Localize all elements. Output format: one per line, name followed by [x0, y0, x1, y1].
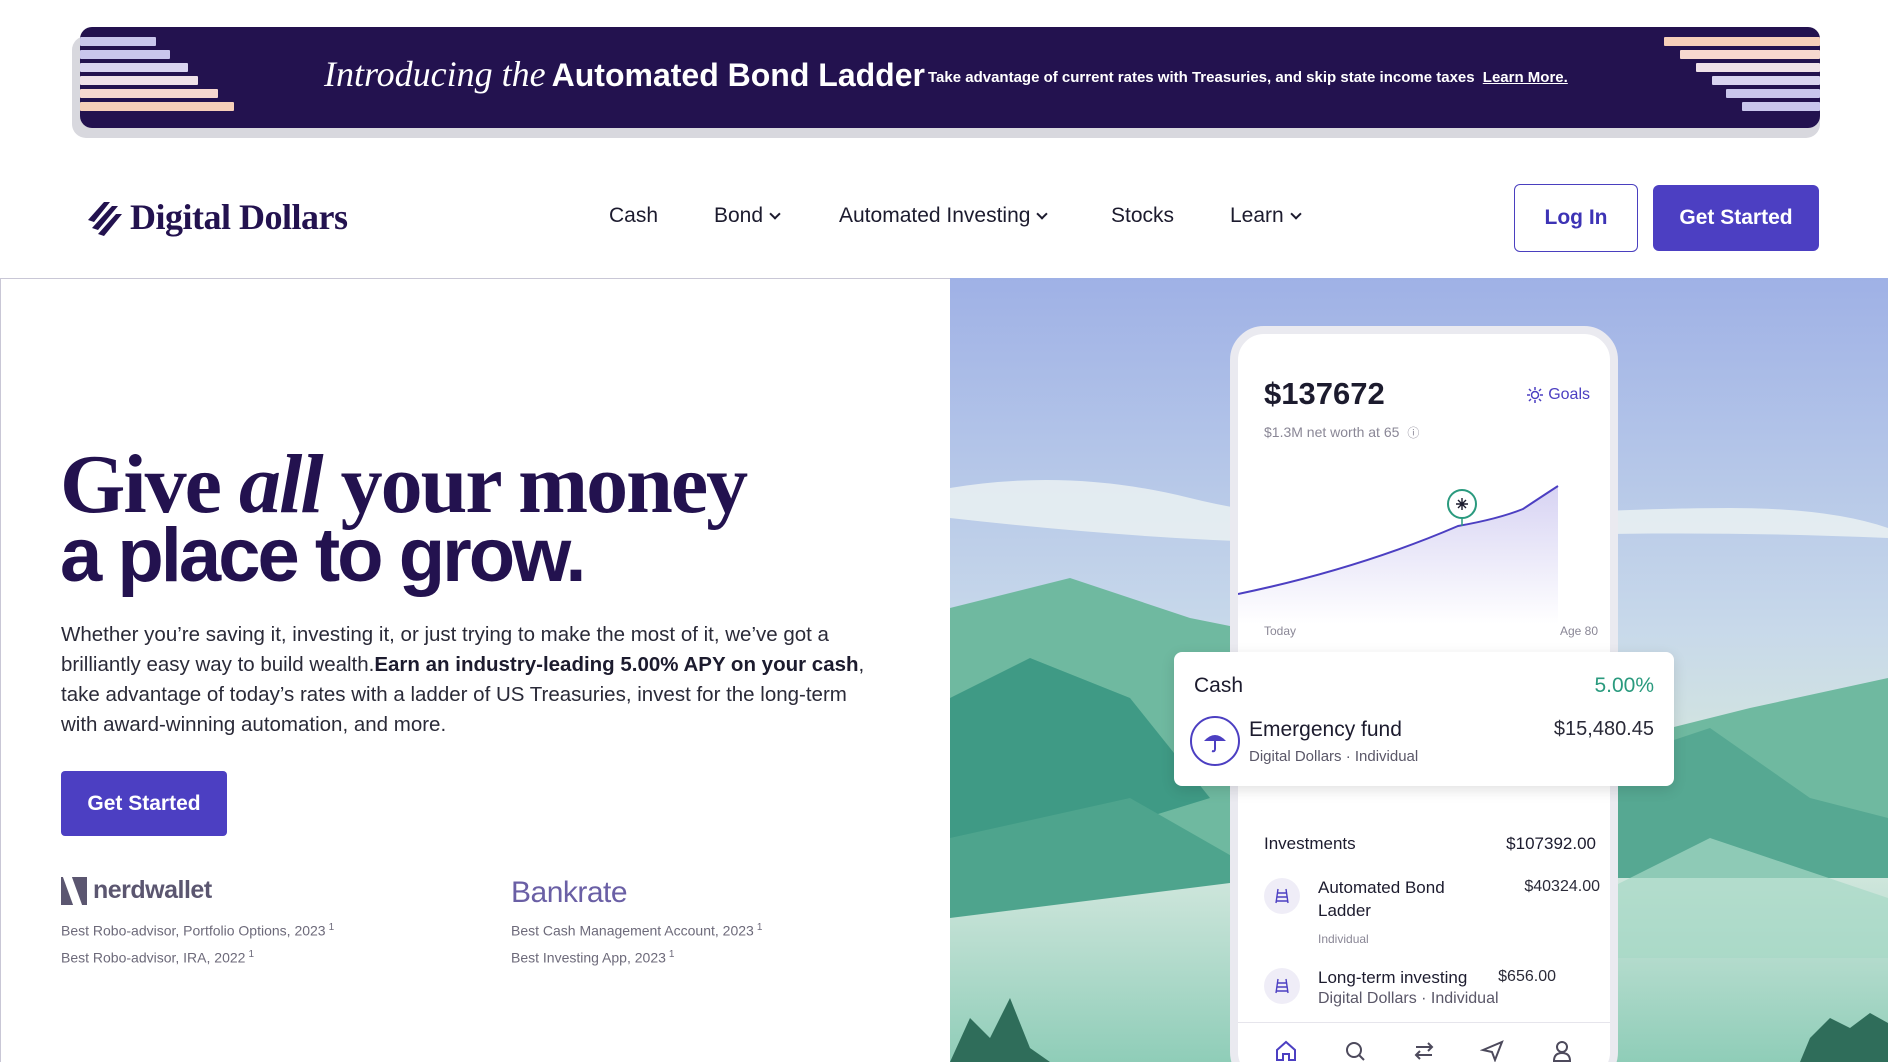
cash-card-rate: 5.00%	[1594, 674, 1654, 697]
investment-row-name[interactable]: Long-term investing	[1318, 966, 1467, 989]
nav-item-cash[interactable]: Cash	[609, 204, 658, 228]
cash-card-account-name: Emergency fund	[1249, 718, 1402, 741]
award-item-text: Best Robo-advisor, Portfolio Options, 20…	[61, 922, 326, 939]
award-item: Best Robo-advisor, Portfolio Options, 20…	[61, 916, 334, 943]
net-worth-note-text: $1.3M net worth at 65	[1264, 424, 1400, 440]
footnote-marker: 1	[756, 922, 763, 933]
banner-title: Introducing the Automated Bond Ladder	[324, 53, 925, 95]
banner-stripes-right	[1664, 37, 1820, 115]
logo-mark-icon	[88, 202, 122, 236]
nav-item-stocks[interactable]: Stocks	[1111, 204, 1174, 228]
footnote-marker: 1	[668, 948, 675, 960]
banner-learn-more-link[interactable]: Learn More.	[1483, 69, 1568, 86]
hero-get-started-button[interactable]: Get Started	[61, 771, 227, 836]
nav-item-learn[interactable]: Learn	[1230, 204, 1302, 228]
investment-row-name-line: Ladder	[1318, 901, 1371, 920]
award-item-text: Best Cash Management Account, 2023	[511, 922, 754, 939]
portfolio-balance: $137672	[1264, 376, 1385, 411]
investment-row-amount: $656.00	[1498, 968, 1556, 985]
nerdwallet-award-list: Best Robo-advisor, Portfolio Options, 20…	[61, 916, 334, 969]
home-icon[interactable]	[1273, 1038, 1299, 1062]
net-worth-chart	[1238, 485, 1559, 624]
investments-total: $107392.00	[1506, 834, 1596, 853]
site-logo[interactable]: Digital Dollars	[84, 194, 348, 240]
info-icon: ⓘ	[1407, 426, 1420, 440]
hero-description-highlight: Earn an industry-leading 5.00% APY on yo…	[374, 653, 859, 676]
nav-item-bond[interactable]: Bond	[714, 204, 781, 228]
banner-title-product: Automated Bond Ladder	[551, 57, 925, 93]
hero-heading-line2: a place to grow.	[60, 513, 587, 598]
investment-row-meta: Individual	[1318, 932, 1369, 946]
bankrate-award-list: Best Cash Management Account, 2023 1 Best…	[511, 916, 762, 969]
banner-text: Take advantage of current rates with Tre…	[928, 69, 1475, 86]
award-item: Best Investing App, 2023 1	[511, 943, 762, 970]
nav-item-label: Bond	[714, 204, 764, 227]
cash-card-label: Cash	[1194, 674, 1244, 697]
goals-label: Goals	[1548, 386, 1590, 403]
long-term-investing-icon	[1264, 968, 1300, 1004]
banner-stripes-left	[80, 37, 234, 115]
bond-ladder-icon	[1264, 878, 1300, 914]
goals-link[interactable]: Goals	[1526, 386, 1590, 404]
banner-description: Take advantage of current rates with Tre…	[928, 69, 1568, 86]
umbrella-icon	[1190, 716, 1240, 766]
footnote-marker: 1	[328, 922, 335, 933]
hero-description: Whether you’re saving it, investing it, …	[61, 620, 881, 740]
nerdwallet-logo-text: nerdwallet	[93, 876, 212, 904]
investment-row-amount: $40324.00	[1524, 878, 1600, 895]
nerdwallet-logo: nerdwallet	[61, 876, 212, 905]
investments-label: Investments	[1264, 834, 1356, 853]
chevron-down-icon	[1036, 208, 1049, 220]
cash-card-amount: $15,480.45	[1553, 718, 1654, 740]
nav-item-label: Learn	[1230, 204, 1284, 227]
promo-banner[interactable]: Introducing the Automated Bond Ladder Tak…	[80, 27, 1820, 128]
investment-row-name-line: Automated Bond	[1318, 878, 1445, 897]
nav-item-automated-investing[interactable]: Automated Investing	[839, 204, 1049, 228]
cash-account-card[interactable]: Cash 5.00% Emergency fund $15,480.45 Dig…	[1174, 652, 1674, 786]
logo-text: Digital Dollars	[130, 197, 348, 237]
award-item-text: Best Investing App, 2023	[511, 949, 666, 966]
phone-tab-bar	[1238, 1022, 1610, 1062]
banner-title-intro: Introducing the	[324, 54, 546, 94]
profile-icon[interactable]	[1549, 1038, 1575, 1062]
net-worth-note: $1.3M net worth at 65 ⓘ	[1264, 424, 1419, 441]
nav-item-label: Automated Investing	[839, 204, 1031, 227]
bankrate-logo: Bankrate	[511, 876, 628, 909]
award-item: Best Cash Management Account, 2023 1	[511, 916, 762, 943]
nav-item-label: Stocks	[1111, 204, 1175, 227]
cash-card-meta: Digital Dollars · Individual	[1249, 748, 1419, 765]
footnote-marker: 1	[248, 948, 254, 960]
investment-row-name[interactable]: Automated Bond Ladder	[1318, 876, 1445, 922]
nerdwallet-mark-icon	[61, 876, 87, 905]
login-button[interactable]: Log In	[1514, 184, 1638, 252]
chart-start-label: Today	[1264, 624, 1297, 638]
goals-sparkle-icon	[1527, 387, 1544, 403]
award-item-text: Best Robo-advisor, IRA, 2022	[61, 949, 246, 966]
chart-area	[1238, 486, 1558, 624]
get-started-button[interactable]: Get Started	[1653, 185, 1819, 251]
transfer-icon[interactable]	[1411, 1038, 1437, 1062]
send-icon[interactable]	[1479, 1038, 1506, 1062]
nav-item-label: Cash	[609, 204, 659, 227]
chevron-down-icon	[1290, 208, 1302, 220]
award-item: Best Robo-advisor, IRA, 2022 1	[61, 943, 334, 970]
search-icon[interactable]	[1342, 1038, 1368, 1062]
chevron-down-icon	[769, 208, 781, 220]
chart-end-label: Age 80	[1559, 624, 1598, 638]
investment-row-meta: Digital Dollars · Individual	[1318, 990, 1499, 1007]
